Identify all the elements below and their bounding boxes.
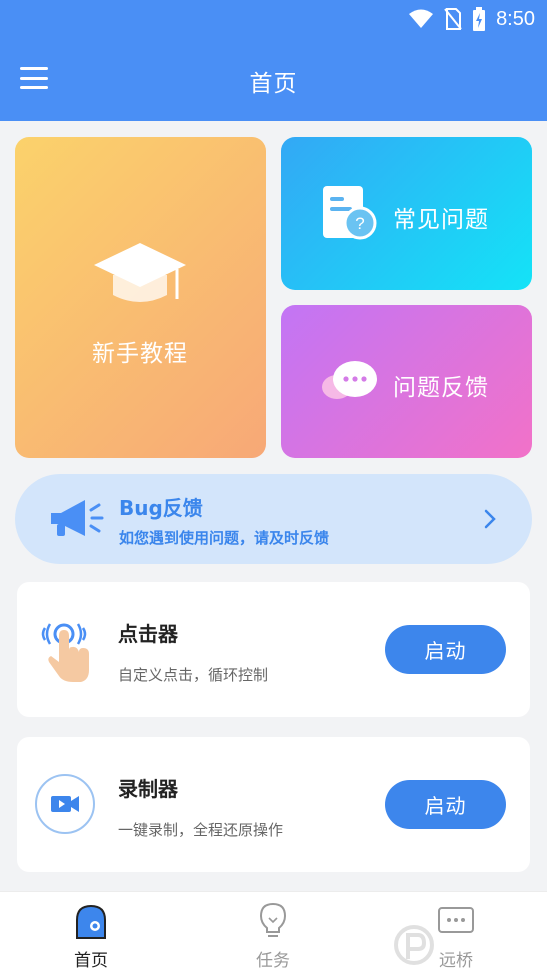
- bug-feedback-banner[interactable]: Bug反馈 如您遇到使用问题，请及时反馈: [15, 474, 532, 564]
- recorder-description: 一键录制，全程还原操作: [118, 821, 284, 839]
- issue-feedback-label: 问题反馈: [393, 375, 489, 401]
- recorder-start-button[interactable]: 启动: [385, 780, 506, 829]
- battery-charging-icon: [472, 7, 486, 31]
- nav-label-home: 首页: [74, 951, 108, 971]
- home-icon: [73, 904, 109, 940]
- document-question-icon: ?: [322, 185, 380, 247]
- page-title: 首页: [249, 71, 298, 97]
- faq-card[interactable]: ? 常见问题: [281, 137, 532, 290]
- nav-label-tasks: 任务: [256, 951, 290, 971]
- clicker-start-button[interactable]: 启动: [385, 625, 506, 674]
- nav-item-remote[interactable]: 远桥: [396, 892, 516, 977]
- nav-item-tasks[interactable]: 任务: [213, 892, 333, 977]
- clicker-tool-panel: 点击器 自定义点击，循环控制 启动: [17, 582, 530, 717]
- banner-subtitle: 如您遇到使用问题，请及时反馈: [119, 529, 330, 547]
- graduation-cap-icon: [93, 237, 188, 316]
- status-time: 8:50: [496, 7, 535, 30]
- issue-feedback-card[interactable]: 问题反馈: [281, 305, 532, 458]
- chevron-right-icon: [484, 509, 496, 533]
- banner-title: Bug反馈: [119, 496, 203, 520]
- lightbulb-icon: [258, 902, 288, 940]
- app-header: 8:50 首页: [0, 0, 547, 121]
- tap-hand-icon: [39, 614, 95, 688]
- video-camera-icon: [34, 773, 96, 839]
- faq-label: 常见问题: [393, 207, 489, 233]
- clicker-title: 点击器: [118, 622, 178, 646]
- no-sim-icon: [444, 8, 462, 30]
- tutorial-card[interactable]: 新手教程: [15, 137, 266, 458]
- message-icon: [437, 904, 475, 940]
- nav-label-remote: 远桥: [439, 951, 473, 971]
- wifi-icon: [408, 9, 434, 29]
- clicker-description: 自定义点击，循环控制: [118, 666, 269, 684]
- nav-item-home[interactable]: 首页: [31, 892, 151, 977]
- bottom-nav: 首页 任务 远桥: [0, 891, 547, 977]
- recorder-tool-panel: 录制器 一键录制，全程还原操作 启动: [17, 737, 530, 872]
- status-bar: 8:50: [408, 6, 535, 32]
- recorder-title: 录制器: [118, 777, 178, 801]
- megaphone-icon: [47, 496, 105, 546]
- chat-bubbles-icon: [321, 359, 379, 409]
- tutorial-label: 新手教程: [92, 341, 188, 367]
- svg-text:?: ?: [355, 214, 364, 233]
